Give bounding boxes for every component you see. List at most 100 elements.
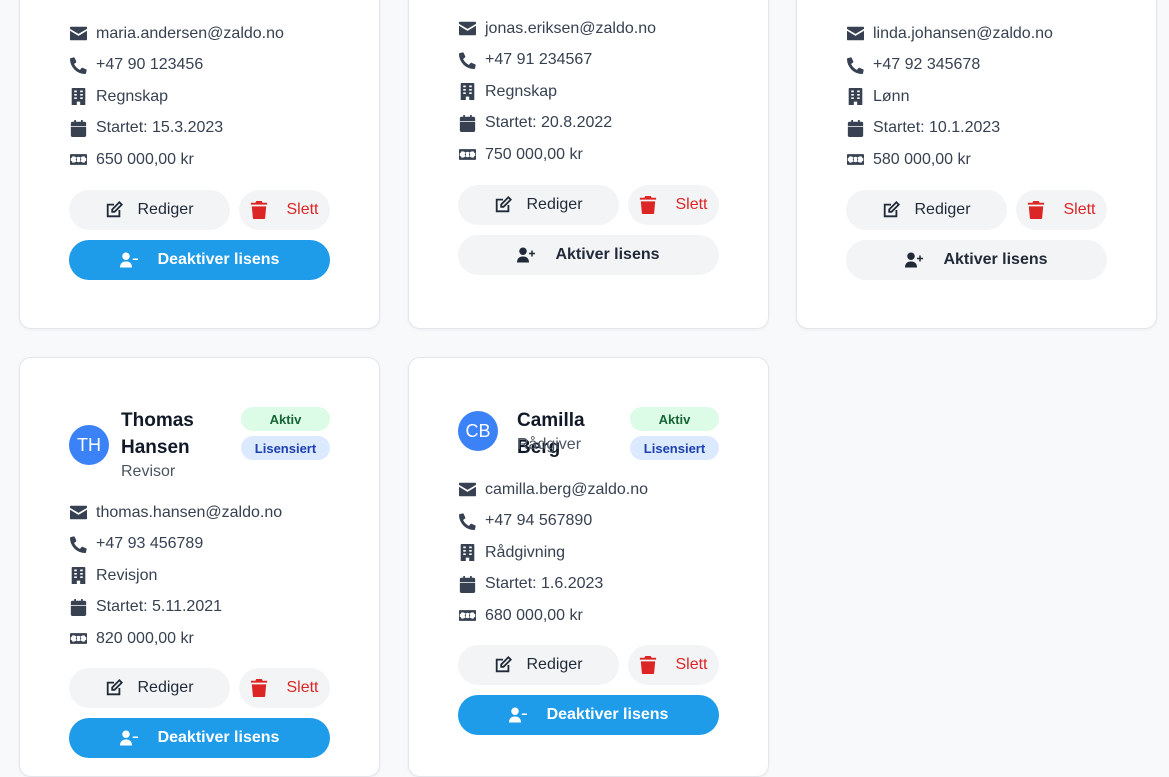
employee-role: Revisor bbox=[121, 463, 176, 480]
start-date-text: Startet: 5.11.2021 bbox=[96, 598, 223, 616]
delete-label: Slett bbox=[675, 196, 708, 213]
employee-info: camilla.berg@zaldo.no +47 94 567890 Rådg… bbox=[458, 474, 728, 632]
edit-icon bbox=[105, 679, 123, 697]
department-row: Regnskap bbox=[458, 76, 728, 108]
phone-row: +47 94 567890 bbox=[458, 506, 728, 538]
edit-label: Rediger bbox=[137, 679, 194, 696]
money-icon bbox=[69, 151, 87, 169]
salary-row: 650 000,00 kr bbox=[69, 144, 339, 176]
salary-text: 680 000,00 kr bbox=[485, 606, 583, 624]
delete-button[interactable]: Slett bbox=[239, 668, 330, 708]
salary-text: 820 000,00 kr bbox=[96, 629, 194, 647]
phone-icon bbox=[458, 512, 476, 530]
activate-license-button[interactable]: Aktiver lisens bbox=[458, 235, 719, 275]
delete-button[interactable]: Slett bbox=[1016, 190, 1107, 230]
edit-icon bbox=[494, 196, 512, 214]
edit-button[interactable]: Rediger bbox=[846, 190, 1007, 230]
building-icon bbox=[458, 544, 476, 562]
trash-icon bbox=[250, 679, 268, 697]
calendar-icon bbox=[458, 575, 476, 593]
activate-license-button[interactable]: Aktiver lisens bbox=[846, 240, 1107, 280]
calendar-icon bbox=[458, 114, 476, 132]
delete-label: Slett bbox=[286, 201, 319, 218]
phone-text: +47 93 456789 bbox=[96, 535, 204, 553]
start-date-row: Startet: 10.1.2023 bbox=[846, 113, 1116, 145]
edit-label: Rediger bbox=[914, 201, 971, 218]
salary-row: 820 000,00 kr bbox=[69, 623, 339, 655]
employee-card: TH Thomas Hansen Revisor Aktiv Lisensier… bbox=[19, 357, 380, 777]
department-text: Lønn bbox=[873, 87, 910, 105]
email-text: camilla.berg@zaldo.no bbox=[485, 480, 648, 498]
edit-icon bbox=[882, 201, 900, 219]
phone-row: +47 92 345678 bbox=[846, 50, 1116, 82]
license-badge: Lisensiert bbox=[241, 436, 330, 460]
phone-icon bbox=[69, 56, 87, 74]
deactivate-license-button[interactable]: Deaktiver lisens bbox=[69, 718, 330, 758]
email-row: jonas.eriksen@zaldo.no bbox=[458, 13, 728, 45]
deactivate-label: Deaktiver lisens bbox=[157, 251, 280, 268]
department-text: Revisjon bbox=[96, 566, 158, 584]
start-date-text: Startet: 15.3.2023 bbox=[96, 119, 224, 137]
delete-label: Slett bbox=[286, 679, 319, 696]
building-icon bbox=[69, 88, 87, 106]
employee-card: linda.johansen@zaldo.no +47 92 345678 Lø… bbox=[796, 0, 1157, 329]
phone-icon bbox=[69, 535, 87, 553]
envelope-icon bbox=[69, 25, 87, 43]
edit-label: Rediger bbox=[526, 656, 583, 673]
email-row: thomas.hansen@zaldo.no bbox=[69, 497, 339, 529]
email-text: linda.johansen@zaldo.no bbox=[873, 24, 1053, 42]
money-icon bbox=[846, 151, 864, 169]
employee-info: thomas.hansen@zaldo.no +47 93 456789 Rev… bbox=[69, 497, 339, 655]
start-date-row: Startet: 15.3.2023 bbox=[69, 113, 339, 145]
delete-button[interactable]: Slett bbox=[628, 185, 719, 225]
deactivate-license-button[interactable]: Deaktiver lisens bbox=[458, 695, 719, 735]
building-icon bbox=[69, 567, 87, 585]
user-plus-icon bbox=[905, 251, 923, 269]
deactivate-license-button[interactable]: Deaktiver lisens bbox=[69, 240, 330, 280]
salary-text: 750 000,00 kr bbox=[485, 145, 583, 163]
money-icon bbox=[69, 630, 87, 648]
salary-row: 750 000,00 kr bbox=[458, 139, 728, 171]
edit-icon bbox=[494, 656, 512, 674]
employee-card: CB Camilla Berg Rådgiver Aktiv Lisensier… bbox=[408, 357, 769, 777]
edit-button[interactable]: Rediger bbox=[69, 668, 230, 708]
delete-button[interactable]: Slett bbox=[628, 645, 719, 685]
delete-label: Slett bbox=[675, 656, 708, 673]
edit-label: Rediger bbox=[137, 201, 194, 218]
department-text: Regnskap bbox=[485, 82, 558, 100]
edit-label: Rediger bbox=[526, 196, 583, 213]
avatar: CB bbox=[458, 411, 498, 451]
edit-icon bbox=[105, 201, 123, 219]
start-date-row: Startet: 5.11.2021 bbox=[69, 592, 339, 624]
email-row: linda.johansen@zaldo.no bbox=[846, 18, 1116, 50]
trash-icon bbox=[639, 656, 657, 674]
employee-name: Thomas Hansen bbox=[121, 410, 194, 458]
envelope-icon bbox=[846, 25, 864, 43]
activate-label: Aktiver lisens bbox=[943, 251, 1048, 268]
edit-button[interactable]: Rediger bbox=[69, 190, 230, 230]
employee-info: linda.johansen@zaldo.no +47 92 345678 Lø… bbox=[846, 18, 1116, 176]
deactivate-label: Deaktiver lisens bbox=[546, 706, 669, 723]
phone-text: +47 90 123456 bbox=[96, 56, 204, 74]
edit-button[interactable]: Rediger bbox=[458, 185, 619, 225]
building-icon bbox=[458, 83, 476, 101]
money-icon bbox=[458, 146, 476, 164]
phone-row: +47 93 456789 bbox=[69, 529, 339, 561]
phone-text: +47 94 567890 bbox=[485, 512, 593, 530]
user-minus-icon bbox=[120, 251, 138, 269]
department-text: Regnskap bbox=[96, 87, 169, 105]
avatar: TH bbox=[69, 425, 109, 465]
department-row: Revisjon bbox=[69, 560, 339, 592]
phone-row: +47 91 234567 bbox=[458, 45, 728, 77]
calendar-icon bbox=[846, 119, 864, 137]
status-badge: Aktiv bbox=[630, 407, 719, 431]
phone-text: +47 92 345678 bbox=[873, 56, 981, 74]
start-date-text: Startet: 1.6.2023 bbox=[485, 575, 604, 593]
start-date-row: Startet: 1.6.2023 bbox=[458, 569, 728, 601]
email-text: maria.andersen@zaldo.no bbox=[96, 24, 284, 42]
delete-label: Slett bbox=[1063, 201, 1096, 218]
email-text: thomas.hansen@zaldo.no bbox=[96, 503, 283, 521]
email-text: jonas.eriksen@zaldo.no bbox=[485, 19, 657, 37]
delete-button[interactable]: Slett bbox=[239, 190, 330, 230]
edit-button[interactable]: Rediger bbox=[458, 645, 619, 685]
